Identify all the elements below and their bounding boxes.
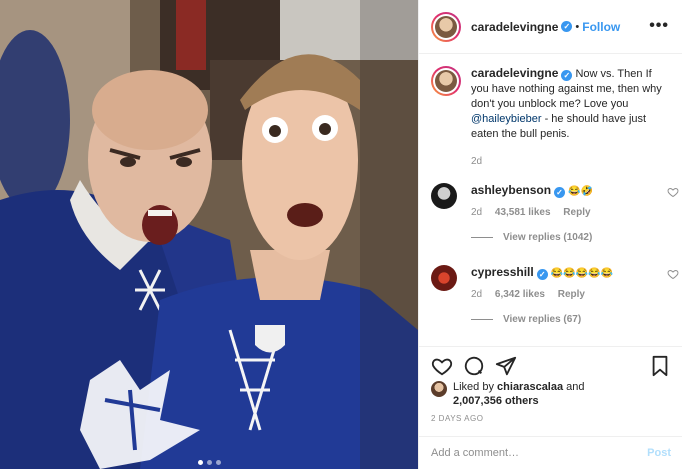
comment-likes[interactable]: 43,581 likes: [495, 207, 551, 218]
replies-divider: [471, 237, 493, 238]
carousel-indicator: [0, 460, 418, 465]
carousel-dot: [215, 460, 221, 465]
caption-text: caradelevingne ✓ Now vs. Then If you have…: [471, 66, 671, 142]
author-avatar[interactable]: [431, 11, 461, 42]
comment-meta: 2d 6,342 likes Reply: [471, 289, 671, 300]
verified-badge-icon: ✓: [536, 269, 548, 280]
comment-likes[interactable]: 6,342 likes: [495, 289, 545, 300]
liker-avatar[interactable]: [431, 381, 447, 397]
bookmark-icon[interactable]: [649, 355, 671, 377]
commenter-username[interactable]: ashleybenson: [471, 183, 551, 197]
comment-input[interactable]: [431, 447, 648, 459]
comment-body: cypresshill ✓ 😂😂😂😂😂: [471, 265, 671, 281]
likes-prefix: Liked by: [453, 381, 494, 393]
comment-item: ashleybenson ✓ 😂🤣 2d 43,581 likes Reply V…: [431, 183, 679, 243]
likes-middle: and: [566, 381, 585, 393]
comment-item: cypresshill ✓ 😂😂😂😂😂 2d 6,342 likes Reply …: [431, 265, 679, 325]
post-caption: caradelevingne ✓ Now vs. Then If you have…: [431, 66, 671, 167]
carousel-dot: [197, 460, 203, 465]
comment-text: 😂🤣: [568, 186, 593, 197]
commenter-avatar[interactable]: [431, 183, 457, 209]
comment-text: 😂😂😂😂😂: [550, 268, 614, 279]
post-timestamp[interactable]: 2 DAYS AGO: [431, 414, 483, 423]
likes-text: Liked by chiarascalaa and 2,007,356 othe…: [453, 380, 585, 408]
comment-time[interactable]: 2d: [471, 207, 482, 218]
comment-time[interactable]: 2d: [471, 289, 482, 300]
photo-illustration: [0, 0, 418, 469]
post-sidebar: caradelevingne ✓ • Follow ••• caradelevi…: [418, 0, 682, 469]
view-replies-button[interactable]: View replies (1042): [471, 232, 671, 243]
more-icon[interactable]: •••: [649, 17, 669, 35]
reply-button[interactable]: Reply: [563, 207, 590, 218]
avatar-image: [435, 15, 457, 38]
avatar-image: [435, 70, 457, 92]
comment-icon[interactable]: [463, 355, 485, 377]
author-username[interactable]: caradelevingne: [471, 20, 558, 34]
caption-intro: Now vs. Then: [575, 68, 643, 80]
header-meta: caradelevingne ✓ • Follow: [471, 20, 620, 34]
commenter-avatar[interactable]: [431, 265, 457, 291]
heart-icon[interactable]: [431, 355, 453, 377]
post-header: caradelevingne ✓ • Follow •••: [419, 0, 682, 54]
carousel-dot: [206, 460, 212, 465]
view-replies-label: View replies (67): [503, 314, 582, 325]
follow-button[interactable]: Follow: [582, 20, 620, 34]
caption-timestamp[interactable]: 2d: [471, 156, 482, 167]
likes-count[interactable]: 2,007,356 others: [453, 395, 539, 407]
view-replies-label: View replies (1042): [503, 232, 593, 243]
action-bar: [419, 346, 682, 384]
reply-button[interactable]: Reply: [558, 289, 585, 300]
comment-body: ashleybenson ✓ 😂🤣: [471, 183, 671, 199]
comment-meta: 2d 43,581 likes Reply: [471, 207, 671, 218]
post-comment-button[interactable]: Post: [647, 447, 671, 459]
share-icon[interactable]: [495, 355, 517, 377]
post-photo[interactable]: [0, 0, 418, 469]
caption-avatar[interactable]: [431, 66, 461, 96]
view-replies-button[interactable]: View replies (67): [471, 314, 671, 325]
verified-badge-icon: ✓: [561, 70, 573, 81]
verified-badge-icon: ✓: [561, 21, 573, 32]
caption-username[interactable]: caradelevingne: [471, 66, 558, 80]
separator: •: [575, 20, 580, 33]
caption-mention[interactable]: @haileybieber: [471, 113, 542, 125]
heart-icon[interactable]: [667, 268, 679, 280]
verified-badge-icon: ✓: [554, 187, 566, 198]
replies-divider: [471, 319, 493, 320]
comment-form: Post: [419, 436, 682, 469]
commenter-username[interactable]: cypresshill: [471, 265, 534, 279]
heart-icon[interactable]: [667, 186, 679, 198]
liker-username[interactable]: chiarascalaa: [497, 381, 563, 393]
likes-summary: Liked by chiarascalaa and 2,007,356 othe…: [431, 380, 585, 408]
